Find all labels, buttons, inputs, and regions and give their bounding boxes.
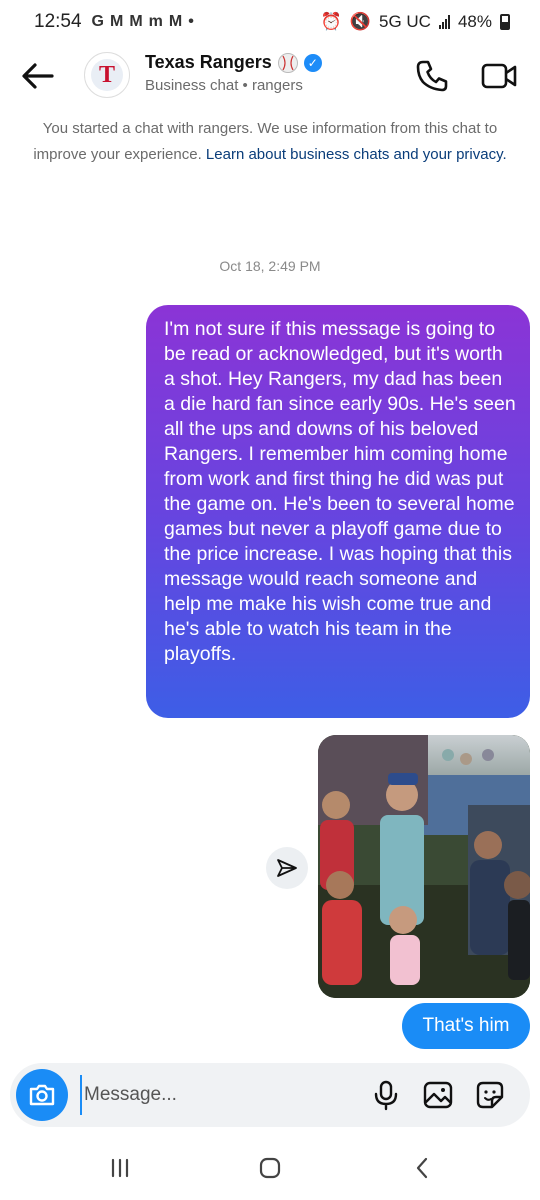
chat-subtitle: Business chat • rangers (145, 77, 303, 94)
sticker-button[interactable] (474, 1079, 506, 1111)
network-label: 5G UC (379, 12, 431, 31)
sticker-icon (476, 1081, 504, 1109)
chat-title-block[interactable]: Texas Rangers ✓ Business chat • rangers (145, 52, 322, 94)
chevron-left-icon (416, 1157, 428, 1179)
video-call-button[interactable] (480, 58, 518, 94)
sent-reply-bubble[interactable]: That's him (402, 1003, 530, 1049)
avatar[interactable]: T (84, 52, 130, 98)
sent-photo[interactable] (318, 735, 530, 998)
share-button[interactable] (266, 847, 308, 889)
image-icon (423, 1081, 453, 1109)
message-composer (10, 1063, 530, 1127)
status-left: 12:54 G M M m M • (34, 11, 194, 33)
microphone-button[interactable] (370, 1079, 402, 1111)
title-row: Texas Rangers ✓ (145, 52, 322, 73)
mute-icon: 🔇 (349, 12, 371, 31)
battery-label: 48% (457, 12, 492, 31)
battery-icon (500, 14, 510, 30)
system-back-button[interactable] (408, 1154, 436, 1182)
sent-message-bubble[interactable]: I'm not sure if this message is going to… (146, 305, 530, 718)
chat-header: T Texas Rangers ✓ Business chat • ranger… (0, 44, 540, 110)
recents-button[interactable] (104, 1154, 136, 1182)
phone-icon (416, 60, 448, 92)
camera-button[interactable] (16, 1069, 68, 1121)
status-bar: 12:54 G M M m M • ⏰ 🔇 5G UC 48% (0, 0, 540, 44)
message-timestamp: Oct 18, 2:49 PM (219, 258, 321, 274)
status-time: 12:54 (34, 11, 82, 32)
business-chat-notice: You started a chat with rangers. We use … (26, 116, 514, 168)
stadium-crowd-photo (318, 735, 530, 998)
home-icon (259, 1157, 281, 1179)
gallery-button[interactable] (422, 1079, 454, 1111)
status-right: ⏰ 🔇 5G UC 48% (321, 12, 510, 32)
video-camera-icon (481, 63, 517, 89)
paper-plane-icon (277, 859, 297, 877)
gmail-icon: M (129, 13, 143, 30)
more-notifications-dot: • (188, 13, 194, 30)
gmail-icon: M (110, 13, 124, 30)
chat-title: Texas Rangers (145, 52, 272, 72)
messenger-icon: m (148, 13, 163, 30)
system-nav-bar (0, 1140, 540, 1200)
baseball-icon (277, 52, 298, 73)
recents-icon (111, 1158, 129, 1178)
camera-icon (29, 1084, 55, 1106)
microphone-icon (374, 1080, 398, 1111)
signal-icon (438, 15, 450, 29)
message-input[interactable] (80, 1075, 350, 1115)
verified-icon: ✓ (303, 53, 322, 72)
home-button[interactable] (254, 1154, 286, 1182)
back-button[interactable] (18, 58, 58, 94)
arrow-left-icon (22, 63, 54, 89)
rangers-logo: T (91, 59, 123, 91)
gmail-icon: M (168, 13, 183, 30)
notification-icon-g: G (91, 13, 104, 30)
call-button[interactable] (414, 58, 450, 94)
privacy-link[interactable]: Learn about business chats and your priv… (206, 146, 507, 163)
alarm-icon: ⏰ (320, 12, 342, 31)
